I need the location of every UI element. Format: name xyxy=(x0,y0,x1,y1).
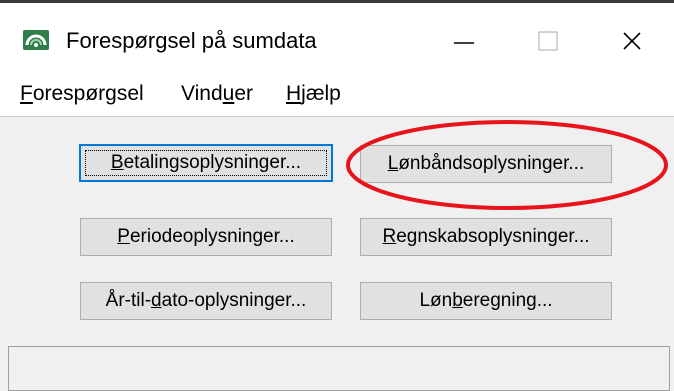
menu-mnemonic: u xyxy=(222,82,235,105)
window-title: Forespørgsel på sumdata xyxy=(66,28,317,53)
status-bar xyxy=(8,346,670,391)
focus-rect xyxy=(85,150,327,176)
periodeoplysninger-button[interactable]: Periodeoplysninger... xyxy=(80,218,332,256)
button-label: År-til-dato-oplysninger... xyxy=(105,290,307,311)
minimize-button[interactable] xyxy=(434,24,494,58)
close-icon xyxy=(623,32,641,50)
green-dashboard-icon xyxy=(23,30,49,50)
inquiry-window: Forespørgsel på sumdata Forespørgsel Vin… xyxy=(0,0,674,391)
lonberegning-button[interactable]: Lønberegning... xyxy=(360,282,612,320)
ar-til-dato-oplysninger-button[interactable]: År-til-dato-oplysninger... xyxy=(80,282,332,320)
button-label: Lønbåndsoplysninger... xyxy=(387,153,585,174)
button-label: Regnskabsoplysninger... xyxy=(382,226,590,247)
menu-foresporgsel[interactable]: Forespørgsel xyxy=(20,82,144,106)
menu-label: er xyxy=(234,82,254,105)
menu-mnemonic: F xyxy=(20,82,33,105)
menu-label: orespørgsel xyxy=(32,82,144,105)
maximize-button[interactable] xyxy=(518,24,578,58)
menu-label: Vind xyxy=(181,82,223,105)
menu-mnemonic: H xyxy=(286,82,302,105)
window-top-border xyxy=(0,0,674,3)
menu-vinduer[interactable]: Vinduer xyxy=(181,82,253,106)
minimize-icon xyxy=(454,42,474,44)
lonbandsoplysninger-button[interactable]: Lønbåndsoplysninger... xyxy=(360,145,612,183)
betalingsoplysninger-button[interactable]: Betalingsoplysninger... xyxy=(79,144,333,182)
regnskabsoplysninger-button[interactable]: Regnskabsoplysninger... xyxy=(360,218,612,256)
button-label: Periodeoplysninger... xyxy=(117,226,295,247)
menu-label: jælp xyxy=(301,82,341,105)
title-bar[interactable]: Forespørgsel på sumdata xyxy=(0,0,674,76)
close-button[interactable] xyxy=(602,24,662,58)
menu-bar: Forespørgsel Vinduer Hjælp xyxy=(0,76,674,117)
menu-hjaelp[interactable]: Hjælp xyxy=(286,82,341,106)
button-label: Lønberegning... xyxy=(419,290,553,311)
maximize-icon xyxy=(538,31,558,51)
